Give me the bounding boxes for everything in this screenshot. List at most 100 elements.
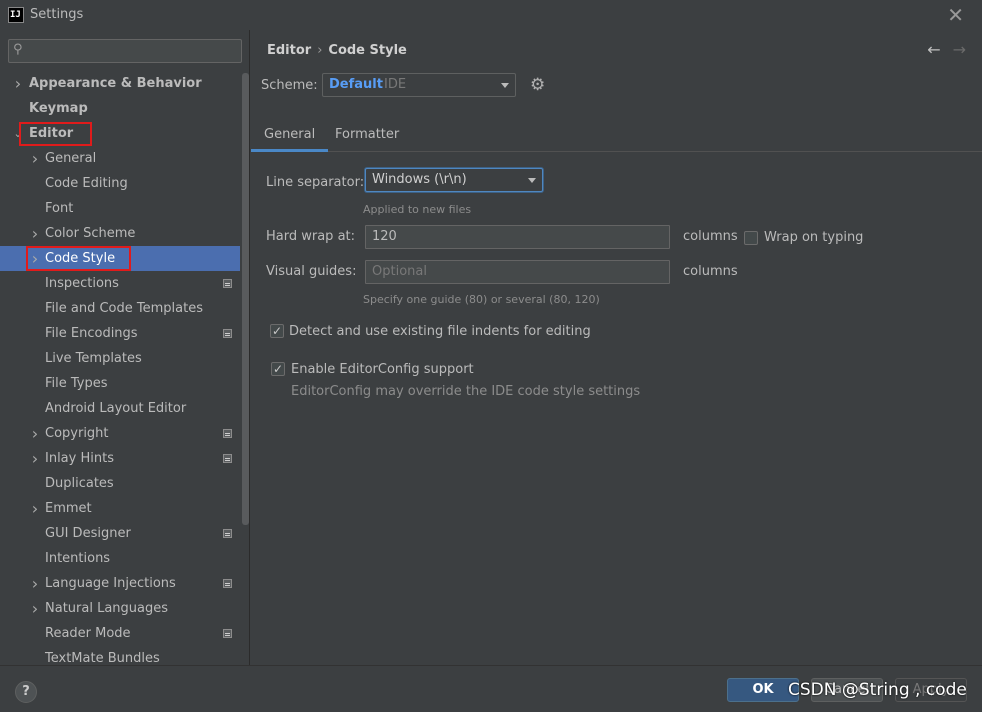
breadcrumb-editor[interactable]: Editor — [267, 43, 311, 58]
window-title: Settings — [30, 7, 84, 22]
sidebar-item[interactable]: File Encodings — [0, 321, 240, 346]
chevron-down-icon[interactable]: ⌄ — [12, 121, 24, 146]
visual-guides-input[interactable]: Optional — [365, 260, 670, 284]
wrap-on-typing-checkbox[interactable] — [744, 231, 758, 245]
scheme-select[interactable]: Default IDE — [322, 73, 516, 97]
sidebar-item[interactable]: › Language Injections — [0, 571, 240, 596]
sidebar-item-label: GUI Designer — [45, 526, 131, 541]
tab-formatter[interactable]: Formatter — [322, 122, 412, 152]
chevron-right-icon[interactable]: › — [12, 71, 24, 96]
close-icon[interactable]: ✕ — [947, 3, 964, 27]
breadcrumb-code-style: Code Style — [328, 43, 407, 58]
project-scope-icon — [223, 529, 232, 538]
sidebar-item-label: Font — [45, 201, 74, 216]
tab-general[interactable]: General — [251, 122, 329, 152]
title-bar: IJ Settings ✕ — [0, 0, 982, 30]
detect-indents-checkbox[interactable]: ✓ — [270, 324, 284, 338]
line-separator-value: Windows (\r\n) — [372, 172, 467, 187]
breadcrumb: Editor › Code Style — [267, 43, 407, 58]
line-separator-label: Line separator: — [266, 175, 365, 190]
project-scope-icon — [223, 329, 232, 338]
sidebar-item[interactable]: Intentions — [0, 546, 240, 571]
chevron-right-icon[interactable]: › — [29, 446, 41, 471]
sidebar-item[interactable]: Keymap — [0, 96, 240, 121]
sidebar-item[interactable]: File Types — [0, 371, 240, 396]
forward-arrow-icon[interactable]: → — [953, 40, 966, 59]
visual-guides-unit: columns — [683, 264, 738, 279]
sidebar-item-label: Editor — [29, 126, 74, 141]
chevron-right-icon[interactable]: › — [29, 221, 41, 246]
settings-sidebar: ⚲ › Appearance & Behavior Keymap ⌄ Editor › Ge… — [0, 30, 250, 666]
back-arrow-icon[interactable]: ← — [927, 40, 940, 59]
project-scope-icon — [223, 579, 232, 588]
sidebar-item[interactable]: File and Code Templates — [0, 296, 240, 321]
line-separator-hint: Applied to new files — [363, 203, 472, 216]
sidebar-item[interactable]: › Code Style — [0, 246, 240, 271]
sidebar-item[interactable]: Font — [0, 196, 240, 221]
editorconfig-checkbox[interactable]: ✓ — [271, 362, 285, 376]
sidebar-item-label: Inlay Hints — [45, 451, 114, 466]
wrap-on-typing-label[interactable]: Wrap on typing — [764, 230, 863, 245]
sidebar-item-label: Inspections — [45, 276, 119, 291]
editorconfig-hint: EditorConfig may override the IDE code s… — [291, 384, 641, 399]
sidebar-item[interactable]: › Copyright — [0, 421, 240, 446]
sidebar-item[interactable]: › General — [0, 146, 240, 171]
scheme-label: Scheme: — [261, 78, 318, 93]
sidebar-item-label: File and Code Templates — [45, 301, 203, 316]
chevron-right-icon[interactable]: › — [29, 246, 41, 271]
chevron-right-icon[interactable]: › — [29, 496, 41, 521]
sidebar-item-label: Language Injections — [45, 576, 176, 591]
sidebar-item[interactable]: › Natural Languages — [0, 596, 240, 621]
scheme-name: Default — [329, 77, 383, 92]
sidebar-item-label: Appearance & Behavior — [29, 76, 202, 91]
help-icon[interactable]: ? — [15, 681, 37, 703]
sidebar-item-label: Copyright — [45, 426, 109, 441]
hard-wrap-label: Hard wrap at: — [266, 229, 356, 244]
detect-indents-label[interactable]: Detect and use existing file indents for… — [289, 324, 591, 339]
sidebar-item-label: Code Style — [45, 251, 116, 266]
sidebar-item[interactable]: › Emmet — [0, 496, 240, 521]
editorconfig-label[interactable]: Enable EditorConfig support — [291, 362, 474, 377]
sidebar-item-label: Intentions — [45, 551, 111, 566]
sidebar-item-label: General — [45, 151, 97, 166]
sidebar-item-label: Emmet — [45, 501, 92, 516]
intellij-logo-icon: IJ — [8, 7, 24, 23]
sidebar-item[interactable]: Reader Mode — [0, 621, 240, 646]
sidebar-item[interactable]: › Inlay Hints — [0, 446, 240, 471]
chevron-right-icon[interactable]: › — [29, 571, 41, 596]
sidebar-item-label: Live Templates — [45, 351, 142, 366]
sidebar-item-label: Android Layout Editor — [45, 401, 187, 416]
chevron-down-icon — [501, 83, 509, 88]
sidebar-item-label: Reader Mode — [45, 626, 131, 641]
visual-guides-placeholder: Optional — [372, 264, 427, 279]
scheme-type: IDE — [384, 77, 407, 92]
hard-wrap-value: 120 — [372, 229, 397, 244]
visual-guides-hint: Specify one guide (80) or several (80, 1… — [363, 293, 600, 306]
sidebar-item[interactable]: GUI Designer — [0, 521, 240, 546]
tab-bar: General Formatter — [251, 122, 982, 152]
chevron-right-icon[interactable]: › — [29, 421, 41, 446]
sidebar-item-label: File Types — [45, 376, 108, 391]
search-icon: ⚲ — [13, 42, 23, 57]
sidebar-item[interactable]: › Appearance & Behavior — [0, 71, 240, 96]
line-separator-select[interactable]: Windows (\r\n) — [365, 168, 543, 192]
sidebar-item[interactable]: Live Templates — [0, 346, 240, 371]
sidebar-item[interactable]: ⌄ Editor — [0, 121, 240, 146]
sidebar-item[interactable]: Code Editing — [0, 171, 240, 196]
sidebar-item[interactable]: › Color Scheme — [0, 221, 240, 246]
settings-main: Editor › Code Style ← → Scheme: Default IDE… — [251, 30, 982, 665]
sidebar-item-label: Code Editing — [45, 176, 128, 191]
sidebar-scrollbar[interactable] — [242, 73, 249, 525]
chevron-right-icon[interactable]: › — [29, 596, 41, 621]
sidebar-item[interactable]: Duplicates — [0, 471, 240, 496]
search-input[interactable]: ⚲ — [8, 39, 242, 63]
sidebar-item[interactable]: Inspections — [0, 271, 240, 296]
chevron-right-icon[interactable]: › — [29, 146, 41, 171]
gear-icon[interactable]: ⚙ — [530, 75, 545, 95]
breadcrumb-separator: › — [317, 43, 323, 58]
hard-wrap-input[interactable]: 120 — [365, 225, 670, 249]
sidebar-item-label: Color Scheme — [45, 226, 136, 241]
sidebar-item-label: Natural Languages — [45, 601, 169, 616]
sidebar-item[interactable]: Android Layout Editor — [0, 396, 240, 421]
visual-guides-label: Visual guides: — [266, 264, 357, 279]
